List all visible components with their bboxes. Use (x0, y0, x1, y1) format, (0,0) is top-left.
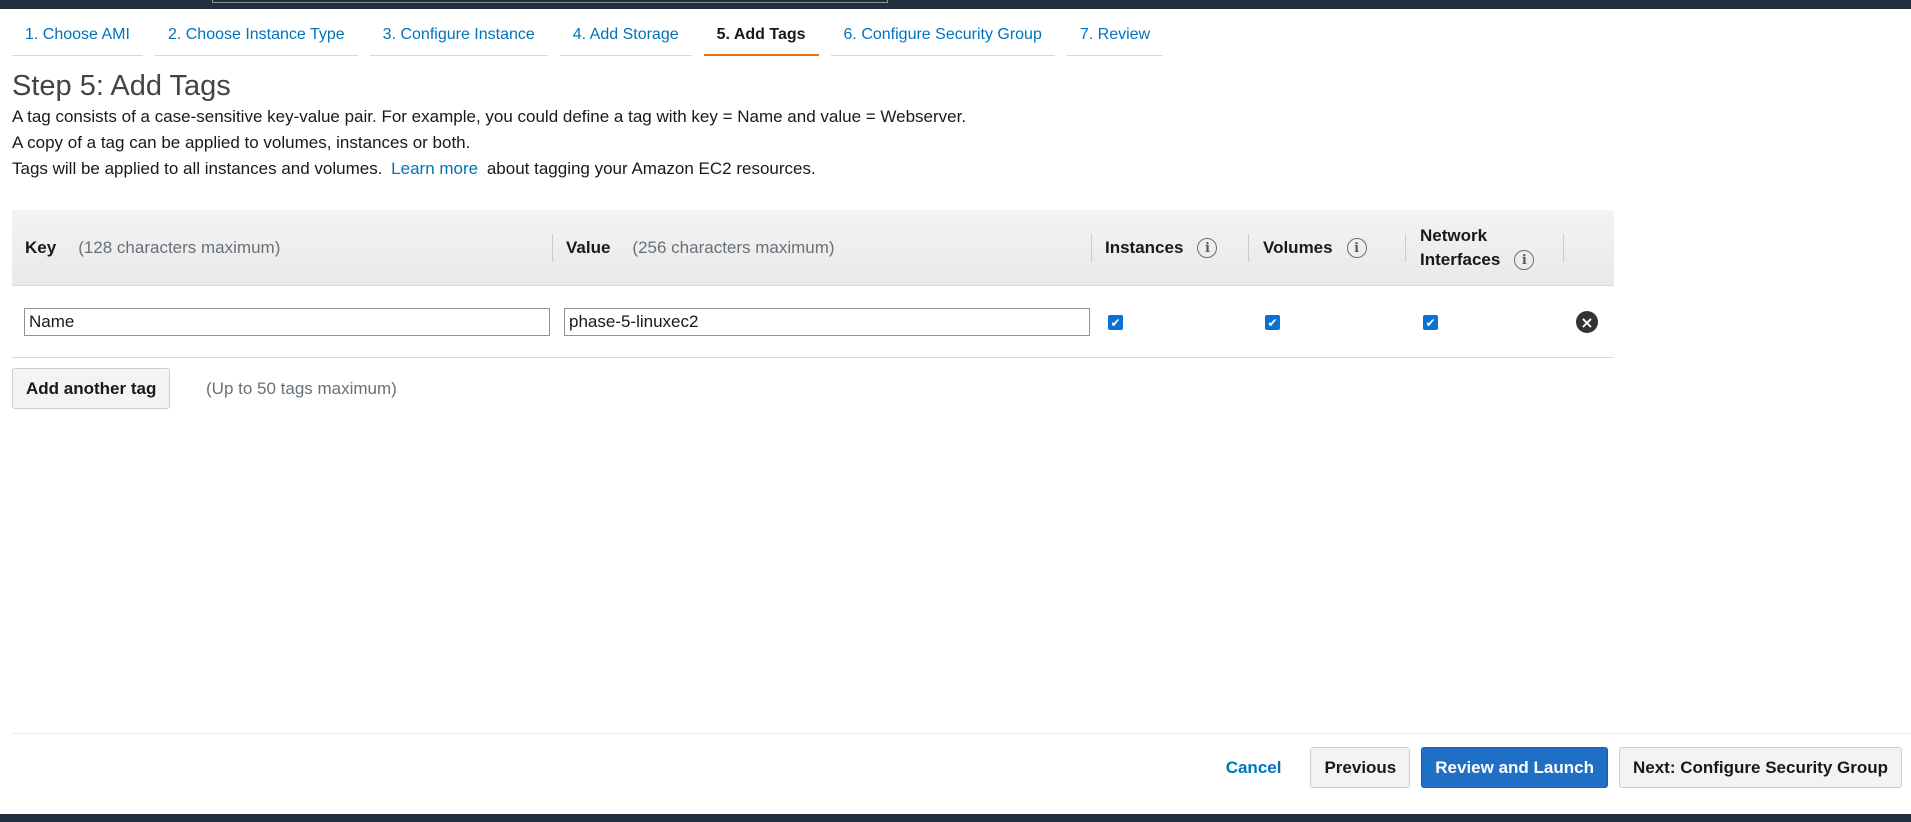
column-divider (552, 234, 553, 262)
tag-key-input[interactable] (24, 308, 550, 336)
tag-limit-note: (Up to 50 tags maximum) (206, 379, 397, 398)
key-column-header: Key (128 characters maximum) (25, 210, 280, 286)
network-interfaces-checkbox[interactable]: ✔ (1423, 315, 1438, 330)
info-icon[interactable]: i (1514, 250, 1535, 270)
key-header-label: Key (25, 238, 57, 257)
tag-value-input[interactable] (564, 308, 1090, 336)
tab-review[interactable]: 7. Review (1066, 18, 1164, 56)
column-divider (1091, 234, 1092, 262)
network-interfaces-column-header: Network Interfaces i (1420, 210, 1535, 286)
bottom-bar (0, 814, 1911, 822)
tab-choose-instance-type[interactable]: 2. Choose Instance Type (154, 18, 358, 56)
review-and-launch-button[interactable]: Review and Launch (1421, 747, 1608, 788)
column-divider (1248, 234, 1249, 262)
description-line-3: Tags will be applied to all instances an… (12, 159, 816, 179)
info-icon[interactable]: i (1346, 238, 1367, 258)
volumes-header-label: Volumes (1263, 238, 1333, 257)
table-header: Key (128 characters maximum) Value (256 … (12, 210, 1614, 286)
next-configure-security-group-button[interactable]: Next: Configure Security Group (1618, 747, 1902, 788)
learn-more-link[interactable]: Learn more (391, 159, 478, 178)
network-header-line-1: Network (1420, 226, 1488, 245)
description-text: Tags will be applied to all instances an… (12, 159, 383, 178)
volumes-column-header: Volumes i (1263, 210, 1367, 286)
instances-column-header: Instances i (1105, 210, 1218, 286)
cancel-button[interactable]: Cancel (1226, 758, 1282, 778)
tags-table: Key (128 characters maximum) Value (256 … (12, 210, 1614, 358)
footer-divider (12, 733, 1911, 734)
value-header-label: Value (566, 238, 611, 257)
column-divider (1405, 234, 1406, 262)
description-text-end: about tagging your Amazon EC2 resources. (486, 159, 816, 178)
tab-add-tags[interactable]: 5. Add Tags (703, 18, 819, 56)
table-row: ✔ ✔ ✔ × (12, 286, 1614, 358)
wizard-steps: 1. Choose AMI 2. Choose Instance Type 3.… (12, 18, 1175, 56)
instances-checkbox[interactable]: ✔ (1108, 315, 1123, 330)
tab-choose-ami[interactable]: 1. Choose AMI (12, 18, 143, 56)
tab-configure-instance[interactable]: 3. Configure Instance (369, 18, 548, 56)
value-header-hint: (256 characters maximum) (632, 238, 835, 257)
instances-header-label: Instances (1105, 238, 1184, 257)
add-another-tag-button[interactable]: Add another tag (12, 368, 171, 409)
key-header-hint: (128 characters maximum) (78, 238, 281, 257)
column-divider (1563, 234, 1564, 262)
value-column-header: Value (256 characters maximum) (566, 210, 835, 286)
top-nav-bar (0, 0, 1911, 9)
footer-actions: Cancel Previous Review and Launch Next: … (1226, 747, 1902, 788)
network-interfaces-header-label: Network Interfaces (1420, 224, 1500, 272)
tab-configure-security-group[interactable]: 6. Configure Security Group (830, 18, 1055, 56)
tab-add-storage[interactable]: 4. Add Storage (559, 18, 692, 56)
network-header-line-2: Interfaces (1420, 250, 1501, 269)
remove-tag-icon[interactable]: × (1576, 311, 1598, 333)
volumes-checkbox[interactable]: ✔ (1265, 315, 1280, 330)
description-line-1: A tag consists of a case-sensitive key-v… (12, 107, 967, 126)
info-icon[interactable]: i (1197, 238, 1218, 258)
description-line-2: A copy of a tag can be applied to volume… (12, 133, 471, 152)
previous-button[interactable]: Previous (1310, 747, 1411, 788)
page-title: Step 5: Add Tags (12, 70, 231, 102)
search-box-edge[interactable] (212, 0, 888, 3)
